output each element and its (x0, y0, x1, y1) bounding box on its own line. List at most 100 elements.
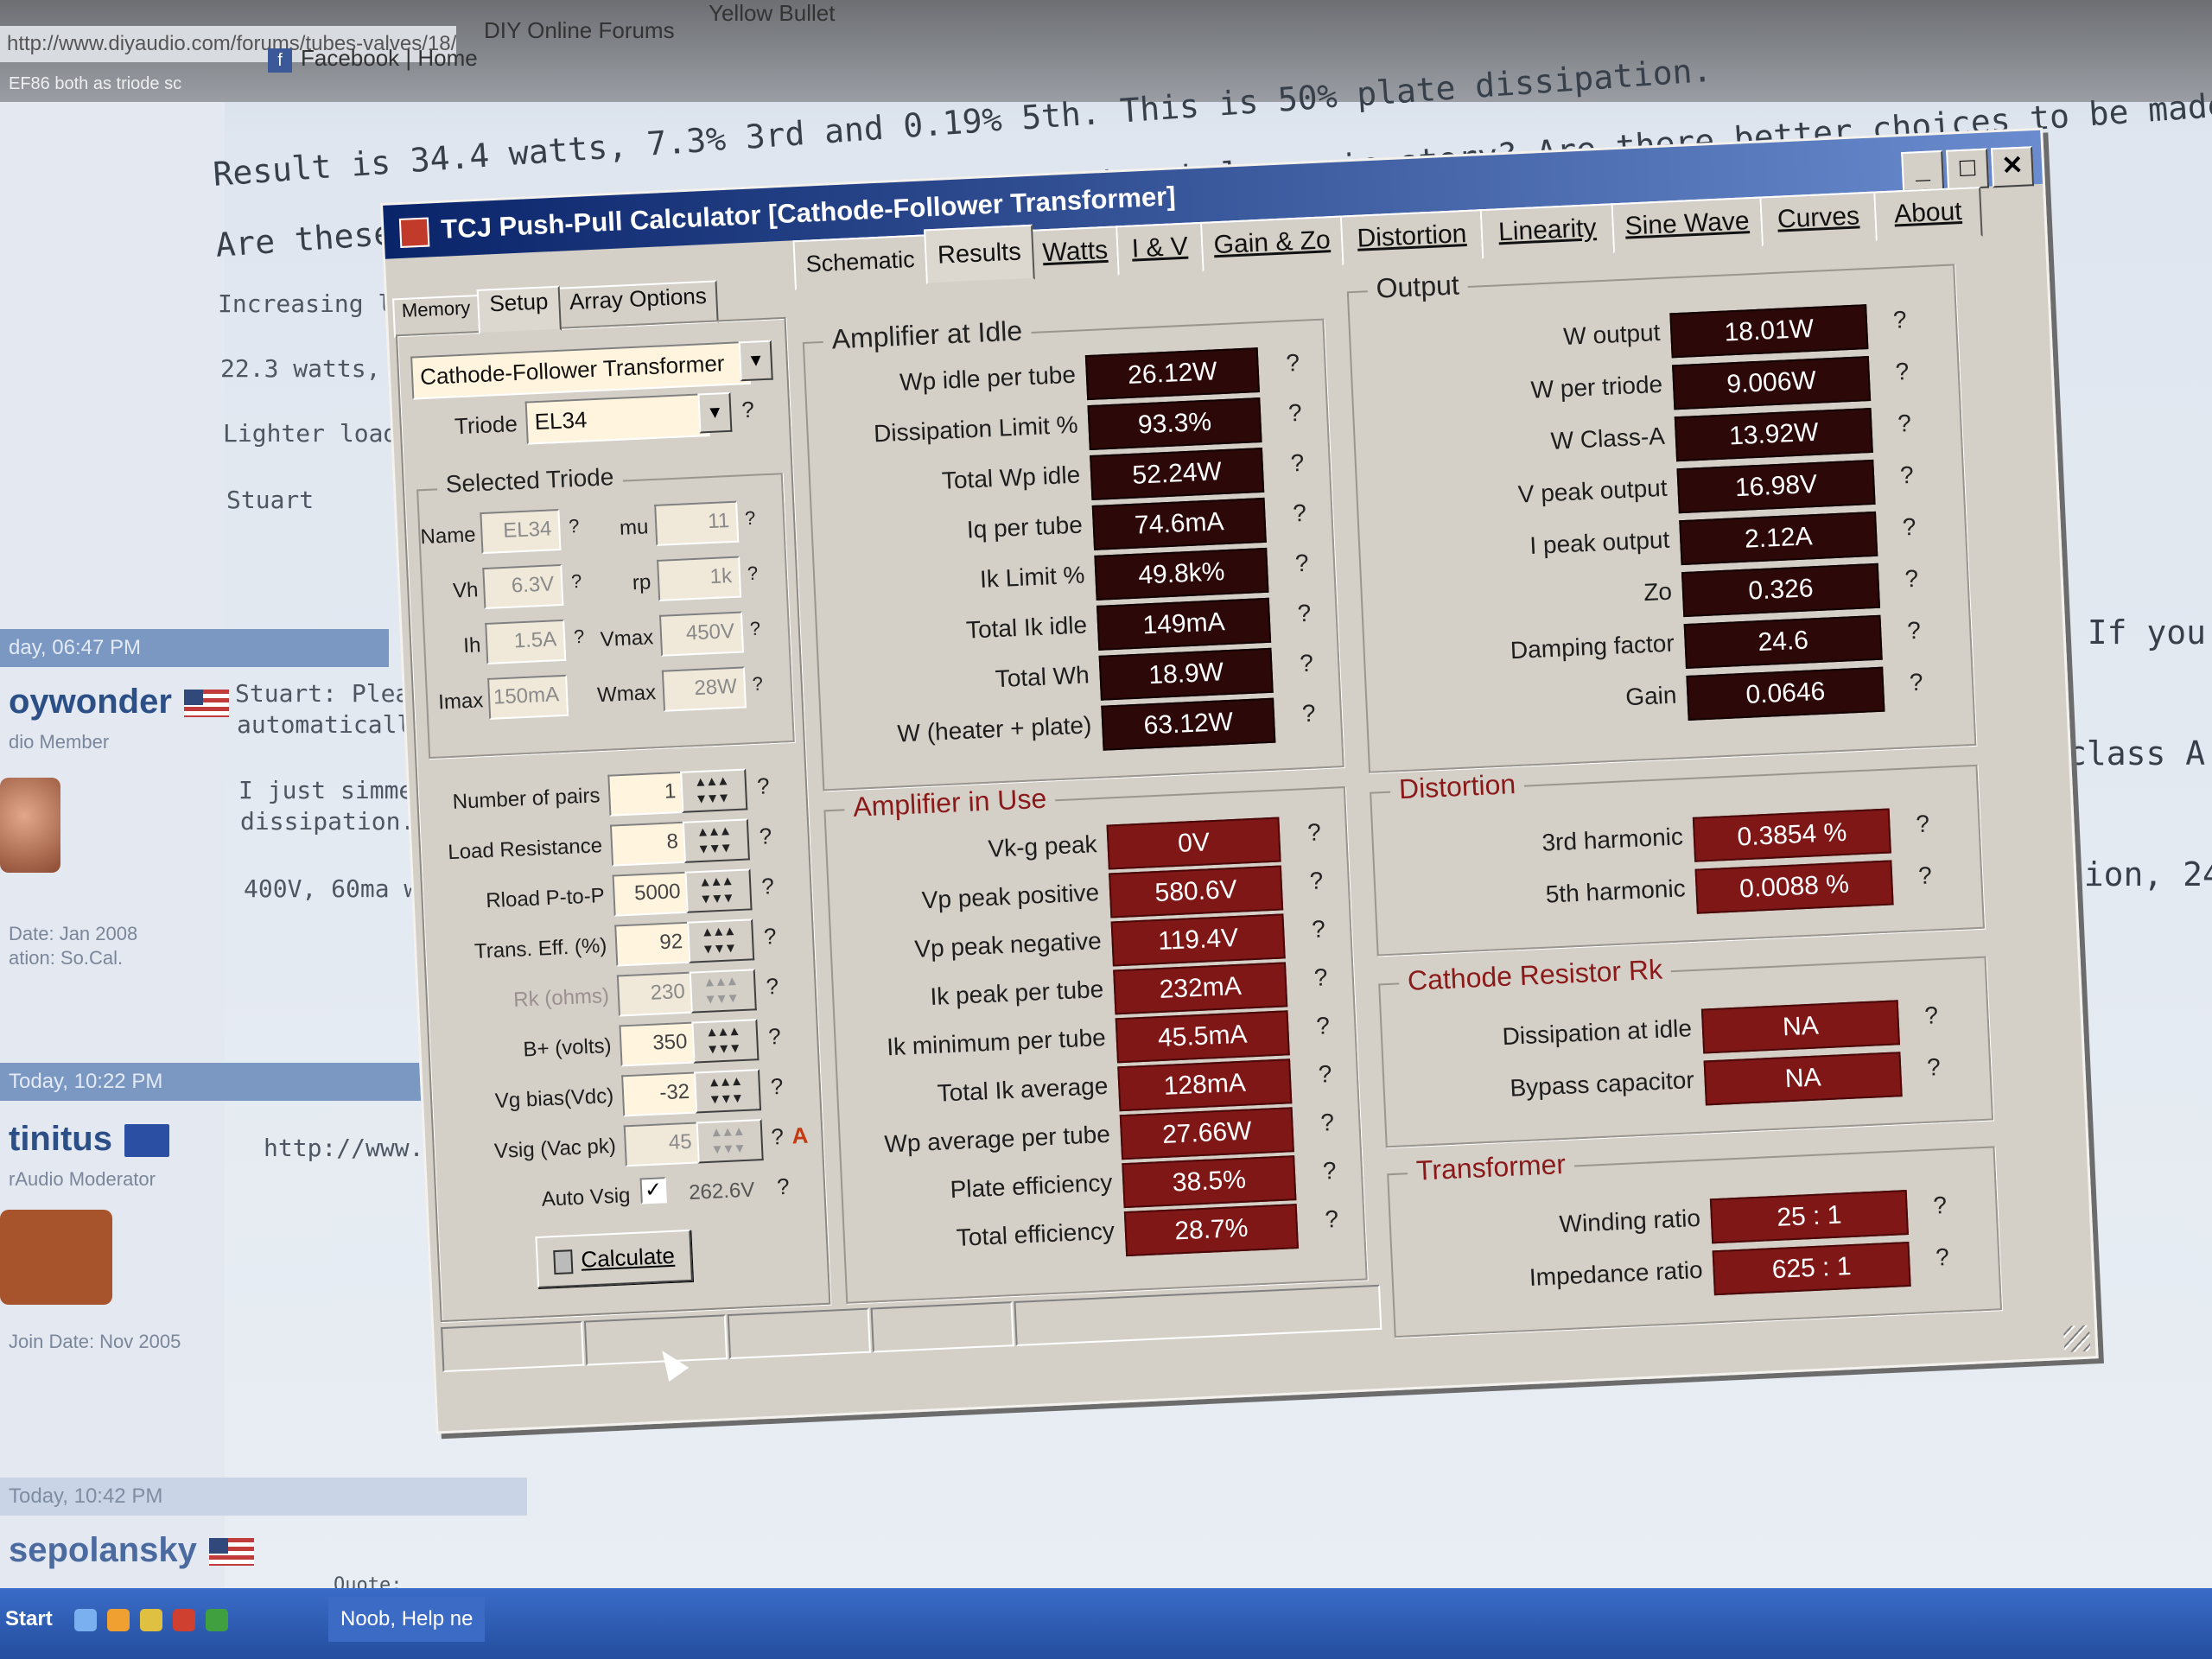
start-button[interactable]: Start (5, 1597, 53, 1642)
help-icon[interactable]: ? (749, 618, 760, 641)
browser-icon[interactable] (107, 1608, 130, 1631)
triode-select[interactable]: EL34 (524, 393, 710, 445)
help-icon[interactable]: ? (1902, 513, 1916, 542)
result-row: Iq per tube 74.6mA? (966, 497, 1307, 550)
help-icon[interactable]: ? (1294, 550, 1309, 578)
load-resistance-spinner[interactable]: ▴▴▴ ▾▾▾ (682, 818, 750, 863)
help-icon[interactable]: ? (768, 1023, 782, 1051)
help-icon[interactable]: ? (1917, 861, 1932, 890)
tab-linearity[interactable]: Linearity (1479, 203, 1616, 260)
help-icon[interactable]: ? (1293, 499, 1307, 528)
help-icon[interactable]: ? (1312, 915, 1326, 944)
minimize-icon[interactable]: _ (1901, 149, 1945, 193)
help-icon[interactable]: ? (1904, 565, 1919, 594)
resize-grip-icon[interactable] (2063, 1325, 2091, 1352)
browser-tab[interactable]: EF86 both as triode sc (9, 74, 181, 94)
help-icon[interactable]: ? (761, 873, 775, 900)
tab-results[interactable]: Results (924, 224, 1035, 285)
help-icon[interactable]: ? (1935, 1243, 1949, 1272)
tab-watts[interactable]: Watts (1031, 226, 1120, 280)
chevron-down-icon[interactable]: ▼ (697, 391, 733, 434)
result-row: W per triode 9.006W? (1530, 356, 1910, 410)
help-icon[interactable]: ? (1916, 810, 1930, 838)
help-icon[interactable]: ? (1290, 449, 1305, 478)
rload-input[interactable]: 5000 (612, 871, 690, 917)
help-icon[interactable]: ? (1892, 306, 1907, 334)
help-icon[interactable]: ? (1286, 349, 1300, 378)
help-icon[interactable]: ? (1320, 1109, 1335, 1137)
b-plus-input[interactable]: 350 (619, 1021, 697, 1067)
help-icon[interactable]: ? (1895, 358, 1910, 386)
help-icon[interactable]: ? (1316, 1012, 1331, 1040)
result-row: 3rd harmonic 0.3854 %? (1541, 808, 1930, 862)
help-icon[interactable]: ? (1325, 1205, 1339, 1234)
help-icon[interactable]: ? (1899, 461, 1914, 490)
amplifier-idle-group: Amplifier at Idle Wp idle per tube 26.12W… (802, 315, 1344, 791)
help-icon[interactable]: ? (744, 507, 755, 531)
triode-label: Triode (454, 410, 518, 440)
tab-distortion[interactable]: Distortion (1339, 209, 1484, 266)
bookmark-facebook[interactable]: f Facebook | Home (268, 45, 478, 73)
desktop-icon[interactable] (74, 1608, 97, 1631)
username-oywonder[interactable]: oywonder (9, 683, 229, 721)
calculate-button[interactable]: Calculate (535, 1229, 693, 1289)
help-icon[interactable]: ? (1306, 818, 1321, 847)
auto-vsig-checkbox[interactable]: ✓ (639, 1177, 667, 1205)
number-of-pairs-input[interactable]: 1 (607, 771, 686, 817)
help-icon[interactable]: ? (747, 563, 758, 586)
help-icon[interactable]: ? (763, 923, 777, 950)
tab-i-and-v[interactable]: I & V (1116, 221, 1205, 276)
tab-about[interactable]: About (1873, 186, 1983, 242)
help-icon[interactable]: ? (756, 772, 770, 800)
load-resistance-input[interactable]: 8 (609, 821, 689, 867)
rload-spinner[interactable]: ▴▴▴ ▾▾▾ (684, 868, 753, 913)
help-icon[interactable]: ? (759, 823, 772, 850)
tab-schematic[interactable]: Schematic (792, 234, 928, 291)
b-plus-spinner[interactable]: ▴▴▴ ▾▾▾ (691, 1019, 760, 1064)
help-icon[interactable]: ? (770, 1073, 784, 1101)
topology-select[interactable]: Cathode-Follower Transformer (410, 340, 751, 400)
help-icon[interactable]: ? (776, 1173, 790, 1201)
number-of-pairs-spinner[interactable]: ▴▴▴ ▾▾▾ (680, 768, 748, 813)
tab-sine-wave[interactable]: Sine Wave (1611, 196, 1764, 254)
help-icon[interactable]: ? (771, 1123, 785, 1151)
help-icon[interactable]: ? (1287, 399, 1302, 428)
help-icon[interactable]: ? (1909, 669, 1923, 697)
help-icon[interactable]: ? (766, 973, 779, 1001)
help-icon[interactable]: ? (1300, 650, 1314, 678)
help-icon[interactable]: ? (1313, 963, 1328, 992)
trans-eff-spinner[interactable]: ▴▴▴ ▾▾▾ (687, 918, 755, 963)
help-icon[interactable]: ? (1924, 1001, 1939, 1030)
vg-bias-input[interactable]: -32 (621, 1071, 700, 1117)
app-icon[interactable] (173, 1608, 195, 1631)
vg-bias-spinner[interactable]: ▴▴▴ ▾▾▾ (693, 1069, 762, 1114)
help-icon[interactable]: ? (1301, 700, 1316, 728)
app-icon[interactable] (206, 1608, 228, 1631)
help-icon[interactable]: ? (1309, 867, 1324, 895)
close-icon[interactable]: ✕ (1991, 146, 2035, 188)
help-icon[interactable]: ? (752, 672, 763, 696)
help-icon[interactable]: ? (1897, 410, 1912, 438)
tab-gain-zo[interactable]: Gain & Zo (1199, 215, 1344, 272)
help-icon[interactable]: ? (1322, 1157, 1337, 1185)
calculator-window: TCJ Push-Pull Calculator [Cathode-Follow… (380, 127, 2099, 1434)
help-icon[interactable]: ? (741, 397, 755, 424)
maximize-icon[interactable]: □ (1946, 148, 1990, 190)
tab-curves[interactable]: Curves (1759, 191, 1878, 247)
trans-eff-input[interactable]: 92 (614, 921, 693, 967)
avatar (0, 778, 60, 873)
app-icon (398, 217, 430, 248)
bookmark-diy-forums[interactable]: DIY Online Forums (484, 17, 675, 44)
tab-setup[interactable]: Setup (476, 285, 562, 334)
help-icon[interactable]: ? (1933, 1192, 1948, 1220)
chevron-down-icon[interactable]: ▼ (738, 340, 773, 382)
username-sepolansky[interactable]: sepolansky (9, 1531, 254, 1570)
help-icon[interactable]: ? (1907, 617, 1922, 645)
help-icon[interactable]: ? (1318, 1060, 1332, 1089)
folder-icon[interactable] (140, 1608, 162, 1631)
username-tinitus[interactable]: tinitus (9, 1120, 169, 1159)
bookmark-yellow-bullet[interactable]: Yellow Bullet (709, 0, 835, 27)
help-icon[interactable]: ? (1927, 1053, 1942, 1082)
taskbar-window[interactable]: Noob, Help ne (328, 1597, 486, 1642)
help-icon[interactable]: ? (1297, 600, 1312, 628)
